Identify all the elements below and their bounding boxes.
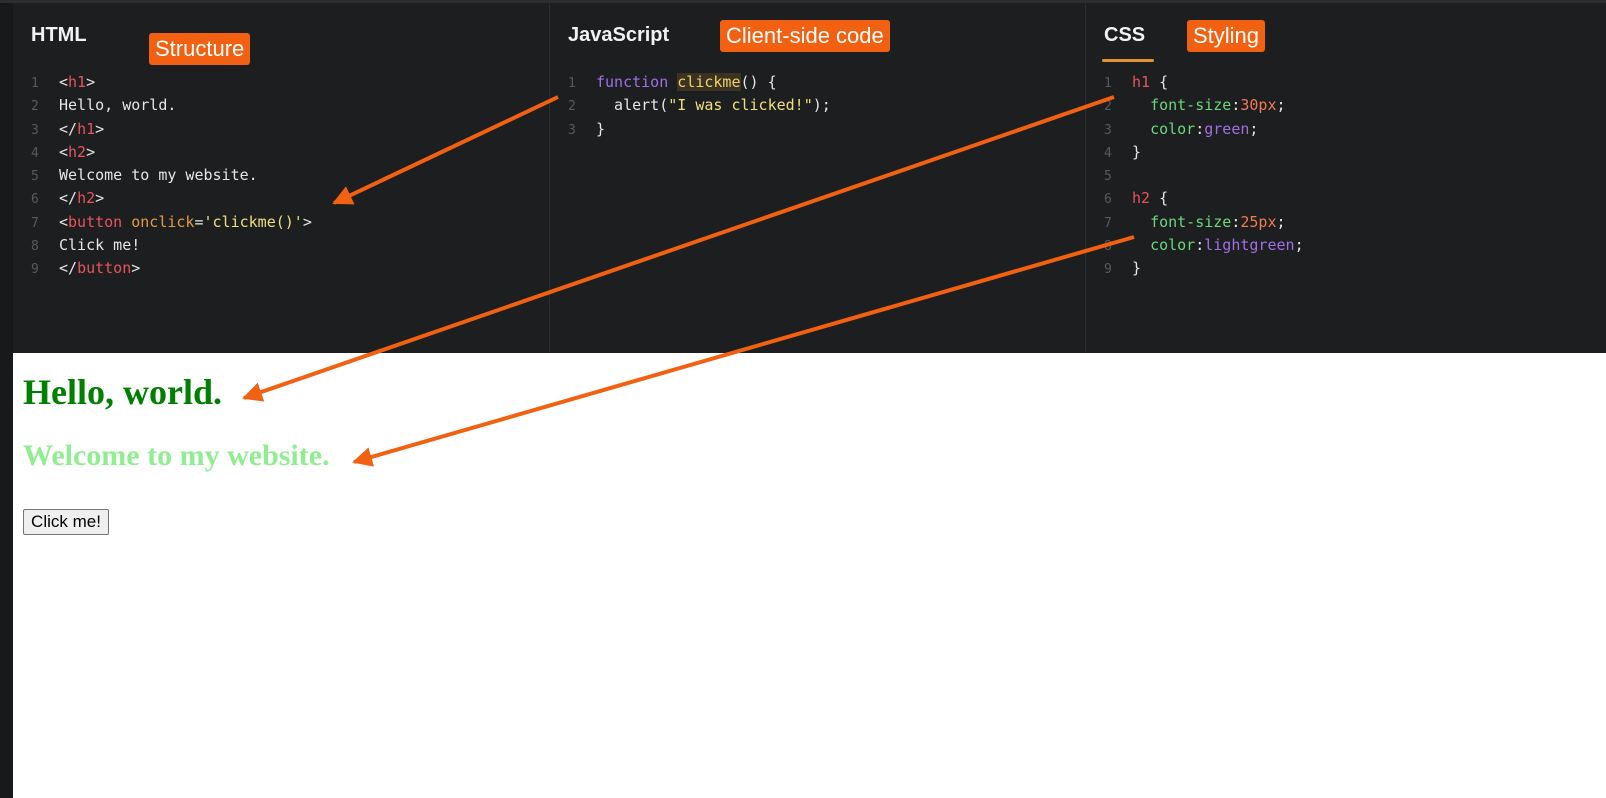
css-code[interactable]: 1 h1 { 2 font-size:30px; 3 color:green; 4…	[1104, 71, 1304, 281]
tab-css[interactable]: CSS	[1104, 24, 1145, 47]
tab-javascript[interactable]: JavaScript	[568, 24, 669, 47]
code-line: 3 color:green;	[1104, 119, 1259, 138]
css-pane: CSS Styling 1 h1 { 2 font-size:30px; 3 co…	[1086, 3, 1606, 353]
code-line: 4}	[1104, 142, 1142, 161]
code-line: 9}	[1104, 259, 1142, 278]
code-line: 7 font-size:25px;	[1104, 212, 1286, 231]
code-line: 7 <button onclick='clickme()'>	[31, 212, 312, 231]
code-line: 6 h2 {	[1104, 189, 1169, 208]
preview-heading-1: Hello, world.	[23, 372, 222, 412]
editor-panes: HTML Structure 1 <h1> 2 Hello, world. 3 </h…	[13, 3, 1606, 353]
code-line: 5 Welcome to my website.	[31, 166, 258, 185]
tab-html[interactable]: HTML	[31, 24, 87, 47]
code-line: 2 alert("I was clicked!");	[568, 96, 831, 115]
code-line: 5	[1104, 169, 1112, 185]
code-line: 1 function clickme() {	[568, 73, 777, 91]
code-line: 6 </h2>	[31, 189, 105, 208]
code-line: 2 font-size:30px;	[1104, 96, 1286, 115]
code-line: 3}	[568, 119, 606, 138]
js-pane: JavaScript Client-side code 1 function cl…	[550, 3, 1086, 353]
preview-heading-2: Welcome to my website.	[23, 439, 330, 472]
code-line: 4 <h2>	[31, 142, 96, 161]
code-line: 8 Click me!	[31, 236, 141, 255]
code-line: 9 </button>	[31, 259, 141, 278]
js-code[interactable]: 1 function clickme() { 2 alert("I was cli…	[568, 71, 831, 141]
client-side-code-label: Client-side code	[720, 20, 890, 52]
left-strip	[0, 3, 13, 798]
html-code[interactable]: 1 <h1> 2 Hello, world. 3 </h1> 4 <h2> 5 Welco…	[31, 71, 312, 281]
click-me-button[interactable]: Click me!	[23, 509, 109, 535]
code-line: 8 color:lightgreen;	[1104, 236, 1304, 255]
code-line: 3 </h1>	[31, 119, 105, 138]
styling-label: Styling	[1187, 20, 1266, 52]
html-pane: HTML Structure 1 <h1> 2 Hello, world. 3 </h…	[13, 3, 550, 353]
structure-label: Structure	[149, 33, 251, 65]
code-line: 1 <h1>	[31, 73, 96, 91]
preview-pane: Hello, world. Welcome to my website. Cli…	[13, 353, 1606, 798]
code-line: 2 Hello, world.	[31, 96, 177, 115]
active-tab-indicator	[1102, 59, 1154, 62]
code-line: 1 h1 {	[1104, 73, 1169, 91]
